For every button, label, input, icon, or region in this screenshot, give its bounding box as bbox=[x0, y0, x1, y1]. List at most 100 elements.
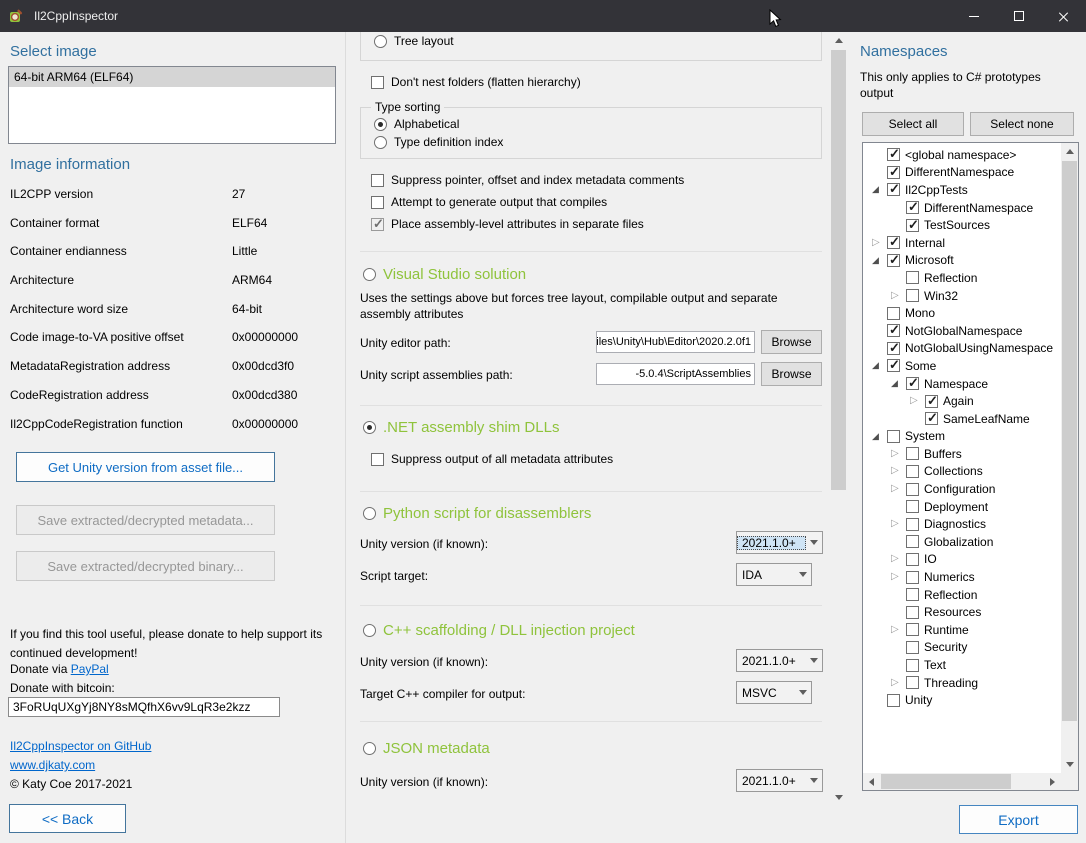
namespace-tree-item[interactable]: ▷ Win32 bbox=[864, 287, 1060, 305]
option-checkbox-row[interactable]: Attempt to generate output that compiles bbox=[371, 191, 684, 213]
namespace-label[interactable]: Buffers bbox=[924, 447, 962, 461]
image-list-item[interactable]: 64-bit ARM64 (ELF64) bbox=[9, 67, 335, 87]
bitcoin-address-input[interactable] bbox=[8, 697, 280, 717]
namespace-label[interactable]: DifferentNamespace bbox=[905, 165, 1014, 179]
maximize-button[interactable] bbox=[996, 0, 1041, 32]
namespace-label[interactable]: Diagnostics bbox=[924, 517, 986, 531]
suppress-attrs-checkbox[interactable] bbox=[371, 453, 384, 466]
flatten-checkbox-row[interactable]: Don't nest folders (flatten hierarchy) bbox=[371, 71, 581, 93]
tree-layout-radio-row[interactable]: Tree layout bbox=[374, 32, 454, 50]
namespace-checkbox[interactable] bbox=[906, 483, 919, 496]
namespace-tree-item[interactable]: TestSources bbox=[864, 216, 1060, 234]
namespace-label[interactable]: Globalization bbox=[924, 535, 993, 549]
type-def-index-radio-row[interactable]: Type definition index bbox=[374, 133, 503, 151]
vs-solution-radio[interactable] bbox=[363, 268, 376, 281]
namespace-checkbox[interactable] bbox=[887, 183, 900, 196]
vs-solution-radio-row[interactable]: Visual Studio solution bbox=[363, 264, 526, 284]
cpp-unity-version-combo[interactable]: 2021.1.0+ bbox=[736, 649, 823, 672]
namespace-label[interactable]: NotGlobalNamespace bbox=[905, 324, 1022, 338]
json-unity-version-combo[interactable]: 2021.1.0+ bbox=[736, 769, 823, 792]
namespace-tree-item[interactable]: ▷ IO bbox=[864, 551, 1060, 569]
namespace-label[interactable]: Numerics bbox=[924, 570, 975, 584]
namespace-checkbox[interactable] bbox=[906, 676, 919, 689]
expander-icon[interactable]: ▷ bbox=[872, 238, 887, 248]
cpp-project-radio[interactable] bbox=[363, 624, 376, 637]
namespace-checkbox[interactable] bbox=[906, 606, 919, 619]
alphabetical-radio[interactable] bbox=[374, 118, 387, 131]
namespace-label[interactable]: NotGlobalUsingNamespace bbox=[905, 341, 1053, 355]
namespace-tree-item[interactable]: ▷ Runtime bbox=[864, 621, 1060, 639]
middle-scrollbar[interactable] bbox=[830, 32, 847, 806]
namespace-checkbox[interactable] bbox=[887, 236, 900, 249]
namespace-label[interactable]: <global namespace> bbox=[905, 148, 1016, 162]
python-unity-version-combo[interactable]: 2021.1.0+ bbox=[736, 531, 823, 554]
export-button[interactable]: Export bbox=[959, 805, 1078, 834]
namespace-checkbox[interactable] bbox=[906, 623, 919, 636]
namespace-tree-item[interactable]: ◢ System bbox=[864, 428, 1060, 446]
namespace-label[interactable]: Configuration bbox=[924, 482, 995, 496]
namespace-tree-item[interactable]: NotGlobalUsingNamespace bbox=[864, 340, 1060, 358]
namespace-label[interactable]: Internal bbox=[905, 236, 945, 250]
namespace-tree-item[interactable]: <global namespace> bbox=[864, 146, 1060, 164]
namespace-checkbox[interactable] bbox=[906, 500, 919, 513]
namespace-label[interactable]: Reflection bbox=[924, 271, 977, 285]
scroll-thumb[interactable] bbox=[831, 50, 846, 490]
namespace-tree-item[interactable]: ▷ Again bbox=[864, 392, 1060, 410]
namespace-label[interactable]: Win32 bbox=[924, 289, 958, 303]
namespace-tree-item[interactable]: Mono bbox=[864, 304, 1060, 322]
expander-icon[interactable]: ◢ bbox=[872, 185, 887, 194]
expander-icon[interactable]: ▷ bbox=[891, 572, 906, 582]
namespace-tree-item[interactable]: ▷ Buffers bbox=[864, 445, 1060, 463]
scroll-down-button[interactable] bbox=[830, 789, 847, 806]
namespace-checkbox[interactable] bbox=[887, 342, 900, 355]
namespace-checkbox[interactable] bbox=[887, 324, 900, 337]
namespace-checkbox[interactable] bbox=[906, 553, 919, 566]
namespace-label[interactable]: Some bbox=[905, 359, 936, 373]
namespace-label[interactable]: Text bbox=[924, 658, 946, 672]
namespace-tree-item[interactable]: ◢ Microsoft bbox=[864, 252, 1060, 270]
tree-scroll-up-button[interactable] bbox=[1061, 143, 1078, 160]
image-list[interactable]: 64-bit ARM64 (ELF64) bbox=[8, 66, 336, 144]
namespace-tree-item[interactable]: ◢ Some bbox=[864, 357, 1060, 375]
namespace-label[interactable]: System bbox=[905, 429, 945, 443]
expander-icon[interactable]: ▷ bbox=[891, 554, 906, 564]
namespace-checkbox[interactable] bbox=[925, 395, 938, 408]
scroll-up-button[interactable] bbox=[830, 32, 847, 49]
namespace-tree-item[interactable]: DifferentNamespace bbox=[864, 199, 1060, 217]
tree-layout-radio[interactable] bbox=[374, 35, 387, 48]
expander-icon[interactable]: ◢ bbox=[872, 361, 887, 370]
website-link[interactable]: www.djkaty.com bbox=[10, 758, 95, 772]
tree-scroll-right-button[interactable] bbox=[1044, 773, 1061, 790]
namespace-label[interactable]: Reflection bbox=[924, 588, 977, 602]
namespace-label[interactable]: SameLeafName bbox=[943, 412, 1030, 426]
namespace-checkbox[interactable] bbox=[925, 412, 938, 425]
namespace-tree-item[interactable]: NotGlobalNamespace bbox=[864, 322, 1060, 340]
namespace-checkbox[interactable] bbox=[887, 254, 900, 267]
namespace-tree-item[interactable]: DifferentNamespace bbox=[864, 164, 1060, 182]
python-script-radio-row[interactable]: Python script for disassemblers bbox=[363, 503, 591, 523]
type-def-index-radio[interactable] bbox=[374, 136, 387, 149]
option-checkbox[interactable] bbox=[371, 218, 384, 231]
namespace-tree-item[interactable]: Deployment bbox=[864, 498, 1060, 516]
shim-dlls-radio[interactable] bbox=[363, 421, 376, 434]
expander-icon[interactable]: ▷ bbox=[891, 449, 906, 459]
namespace-label[interactable]: TestSources bbox=[924, 218, 990, 232]
namespace-tree-item[interactable]: ▷ Threading bbox=[864, 674, 1060, 692]
namespace-label[interactable]: DifferentNamespace bbox=[924, 201, 1033, 215]
namespace-checkbox[interactable] bbox=[887, 430, 900, 443]
tree-vertical-scrollbar[interactable] bbox=[1061, 143, 1078, 773]
option-checkbox-row[interactable]: Place assembly-level attributes in separ… bbox=[371, 213, 684, 235]
namespace-checkbox[interactable] bbox=[906, 535, 919, 548]
python-script-radio[interactable] bbox=[363, 507, 376, 520]
namespace-label[interactable]: Collections bbox=[924, 464, 983, 478]
namespace-label[interactable]: Namespace bbox=[924, 377, 988, 391]
shim-dlls-radio-row[interactable]: .NET assembly shim DLLs bbox=[363, 417, 559, 437]
expander-icon[interactable]: ▷ bbox=[891, 466, 906, 476]
tree-horizontal-scrollbar[interactable] bbox=[863, 773, 1061, 790]
json-metadata-radio[interactable] bbox=[363, 742, 376, 755]
namespace-checkbox[interactable] bbox=[906, 588, 919, 601]
namespace-checkbox[interactable] bbox=[887, 307, 900, 320]
expander-icon[interactable]: ◢ bbox=[891, 379, 906, 388]
namespace-label[interactable]: Runtime bbox=[924, 623, 969, 637]
namespace-label[interactable]: Security bbox=[924, 640, 967, 654]
